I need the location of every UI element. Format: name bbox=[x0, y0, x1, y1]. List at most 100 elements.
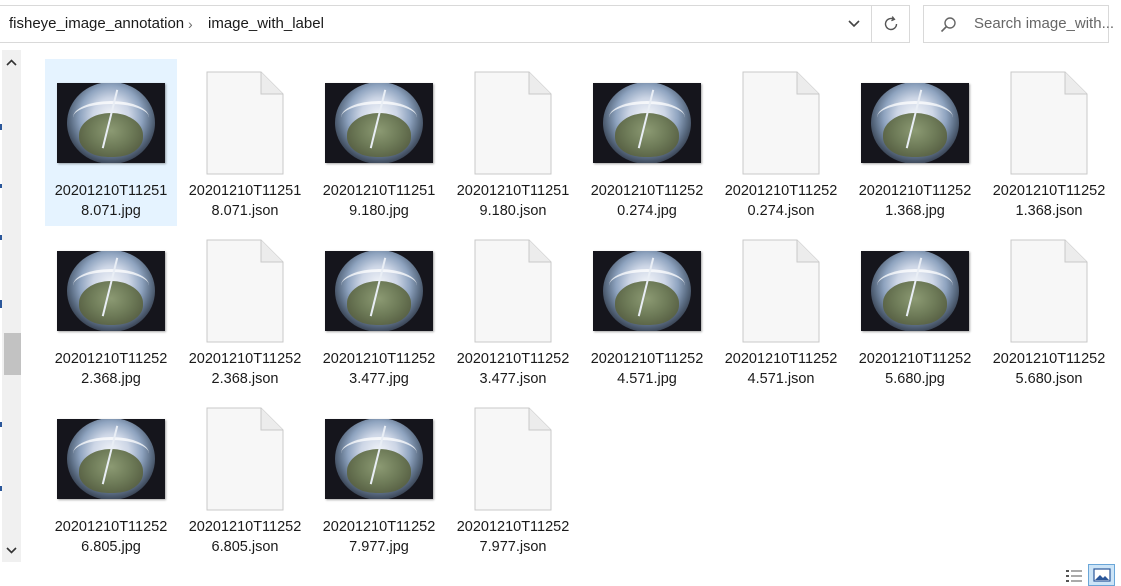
file-name-line1: 20201210T11252 bbox=[724, 351, 838, 367]
json-file-icon bbox=[455, 237, 571, 345]
file-item[interactable]: 20201210T11251 9.180.jpg bbox=[313, 59, 445, 226]
file-name-line2: 4.571.jpg bbox=[617, 371, 677, 387]
file-name: 20201210T11252 3.477.jpg bbox=[313, 349, 445, 389]
file-item[interactable]: 20201210T11252 1.368.jpg bbox=[849, 59, 981, 226]
file-item[interactable]: 20201210T11251 9.180.json bbox=[447, 59, 579, 226]
file-item[interactable]: 20201210T11252 7.977.json bbox=[447, 395, 579, 562]
refresh-icon bbox=[884, 16, 897, 31]
file-item[interactable]: 20201210T11251 8.071.jpg bbox=[45, 59, 177, 226]
file-item[interactable]: 20201210T11252 1.368.json bbox=[983, 59, 1115, 226]
image-thumbnail bbox=[857, 69, 973, 177]
scroll-up-button[interactable] bbox=[2, 52, 21, 72]
file-name-line2: 6.805.jpg bbox=[81, 539, 141, 555]
file-item[interactable]: 20201210T11252 7.977.jpg bbox=[313, 395, 445, 562]
scroll-down-button[interactable] bbox=[2, 540, 21, 560]
file-name-line1: 20201210T11252 bbox=[858, 351, 972, 367]
scrollbar-thumb[interactable] bbox=[4, 333, 21, 375]
image-thumbnail bbox=[589, 237, 705, 345]
json-file-icon bbox=[723, 69, 839, 177]
file-name-line2: 8.071.json bbox=[211, 203, 279, 219]
file-name-line2: 5.680.jpg bbox=[885, 371, 945, 387]
image-thumbnail bbox=[589, 69, 705, 177]
breadcrumb-fisheye-image-annotation[interactable]: fisheye_image_annotation bbox=[9, 6, 184, 42]
search-box[interactable]: Search image_with... bbox=[923, 5, 1114, 43]
file-name-line1: 20201210T11252 bbox=[456, 351, 570, 367]
file-item[interactable]: 20201210T11252 3.477.jpg bbox=[313, 227, 445, 394]
file-name: 20201210T11252 1.368.jpg bbox=[849, 181, 981, 221]
search-input[interactable]: Search image_with... bbox=[974, 6, 1114, 42]
file-name: 20201210T11251 8.071.json bbox=[179, 181, 311, 221]
file-name-line1: 20201210T11252 bbox=[54, 351, 168, 367]
file-item[interactable]: 20201210T11252 2.368.json bbox=[179, 227, 311, 394]
file-name-line2: 4.571.json bbox=[747, 371, 815, 387]
file-name-line1: 20201210T11252 bbox=[724, 183, 838, 199]
file-name: 20201210T11252 4.571.json bbox=[715, 349, 847, 389]
file-item[interactable]: 20201210T11252 4.571.json bbox=[715, 227, 847, 394]
file-item[interactable]: 20201210T11252 5.680.json bbox=[983, 227, 1115, 394]
details-view-icon bbox=[1066, 570, 1082, 582]
image-thumbnail bbox=[321, 237, 437, 345]
vertical-scrollbar[interactable] bbox=[2, 50, 21, 562]
file-name-line1: 20201210T11252 bbox=[992, 183, 1106, 199]
file-name-line1: 20201210T11252 bbox=[54, 519, 168, 535]
file-name-line1: 20201210T11251 bbox=[54, 183, 168, 199]
file-name-line1: 20201210T11251 bbox=[322, 183, 436, 199]
json-file-icon bbox=[187, 405, 303, 513]
file-item[interactable]: 20201210T11252 0.274.jpg bbox=[581, 59, 713, 226]
breadcrumb-image-with-label[interactable]: image_with_label bbox=[208, 6, 324, 42]
file-item[interactable]: 20201210T11252 0.274.json bbox=[715, 59, 847, 226]
json-file-icon bbox=[991, 69, 1107, 177]
file-name: 20201210T11252 7.977.jpg bbox=[313, 517, 445, 557]
file-name-line1: 20201210T11252 bbox=[590, 183, 704, 199]
file-name: 20201210T11252 4.571.jpg bbox=[581, 349, 713, 389]
chevron-down-icon bbox=[6, 546, 17, 554]
chevron-up-icon bbox=[6, 58, 17, 66]
file-name: 20201210T11252 2.368.jpg bbox=[45, 349, 177, 389]
file-item[interactable]: 20201210T11252 2.368.jpg bbox=[45, 227, 177, 394]
file-name-line2: 1.368.json bbox=[1015, 203, 1083, 219]
file-name-line1: 20201210T11252 bbox=[858, 183, 972, 199]
file-name-line2: 8.071.jpg bbox=[81, 203, 141, 219]
file-name-line2: 3.477.json bbox=[479, 371, 547, 387]
image-thumbnail bbox=[53, 237, 169, 345]
address-dropdown-button[interactable] bbox=[838, 6, 870, 42]
file-name-line2: 7.977.json bbox=[479, 539, 547, 555]
file-item[interactable]: 20201210T11252 6.805.jpg bbox=[45, 395, 177, 562]
file-name-line2: 1.368.jpg bbox=[885, 203, 945, 219]
json-file-icon bbox=[455, 405, 571, 513]
file-name-line2: 5.680.json bbox=[1015, 371, 1083, 387]
file-item[interactable]: 20201210T11252 6.805.json bbox=[179, 395, 311, 562]
file-name: 20201210T11252 3.477.json bbox=[447, 349, 579, 389]
image-thumbnail bbox=[857, 237, 973, 345]
file-name: 20201210T11252 7.977.json bbox=[447, 517, 579, 557]
file-item[interactable]: 20201210T11252 3.477.json bbox=[447, 227, 579, 394]
file-name: 20201210T11252 5.680.json bbox=[983, 349, 1115, 389]
address-bar[interactable]: fisheye_image_annotation › image_with_la… bbox=[0, 5, 910, 43]
file-name: 20201210T11252 0.274.jpg bbox=[581, 181, 713, 221]
breadcrumb-separator-icon[interactable]: › bbox=[188, 6, 193, 42]
file-name-line1: 20201210T11251 bbox=[188, 183, 302, 199]
json-file-icon bbox=[723, 237, 839, 345]
file-item[interactable]: 20201210T11252 4.571.jpg bbox=[581, 227, 713, 394]
file-name: 20201210T11251 9.180.json bbox=[447, 181, 579, 221]
json-file-icon bbox=[187, 237, 303, 345]
file-item[interactable]: 20201210T11252 5.680.jpg bbox=[849, 227, 981, 394]
file-name: 20201210T11252 5.680.jpg bbox=[849, 349, 981, 389]
file-name-line2: 0.274.jpg bbox=[617, 203, 677, 219]
file-name-line1: 20201210T11252 bbox=[188, 351, 302, 367]
image-thumbnail bbox=[53, 69, 169, 177]
file-name-line1: 20201210T11251 bbox=[456, 183, 570, 199]
refresh-button[interactable] bbox=[872, 6, 909, 42]
file-name-line1: 20201210T11252 bbox=[456, 519, 570, 535]
file-name: 20201210T11251 9.180.jpg bbox=[313, 181, 445, 221]
file-item[interactable]: 20201210T11251 8.071.json bbox=[179, 59, 311, 226]
large-icons-view-icon bbox=[1092, 568, 1111, 582]
file-name: 20201210T11252 0.274.json bbox=[715, 181, 847, 221]
json-file-icon bbox=[187, 69, 303, 177]
file-name: 20201210T11252 6.805.jpg bbox=[45, 517, 177, 557]
file-name-line2: 2.368.json bbox=[211, 371, 279, 387]
large-icons-view-button[interactable] bbox=[1088, 564, 1115, 586]
file-name-line1: 20201210T11252 bbox=[322, 519, 436, 535]
details-view-button[interactable] bbox=[1064, 567, 1084, 585]
search-icon bbox=[940, 17, 956, 33]
